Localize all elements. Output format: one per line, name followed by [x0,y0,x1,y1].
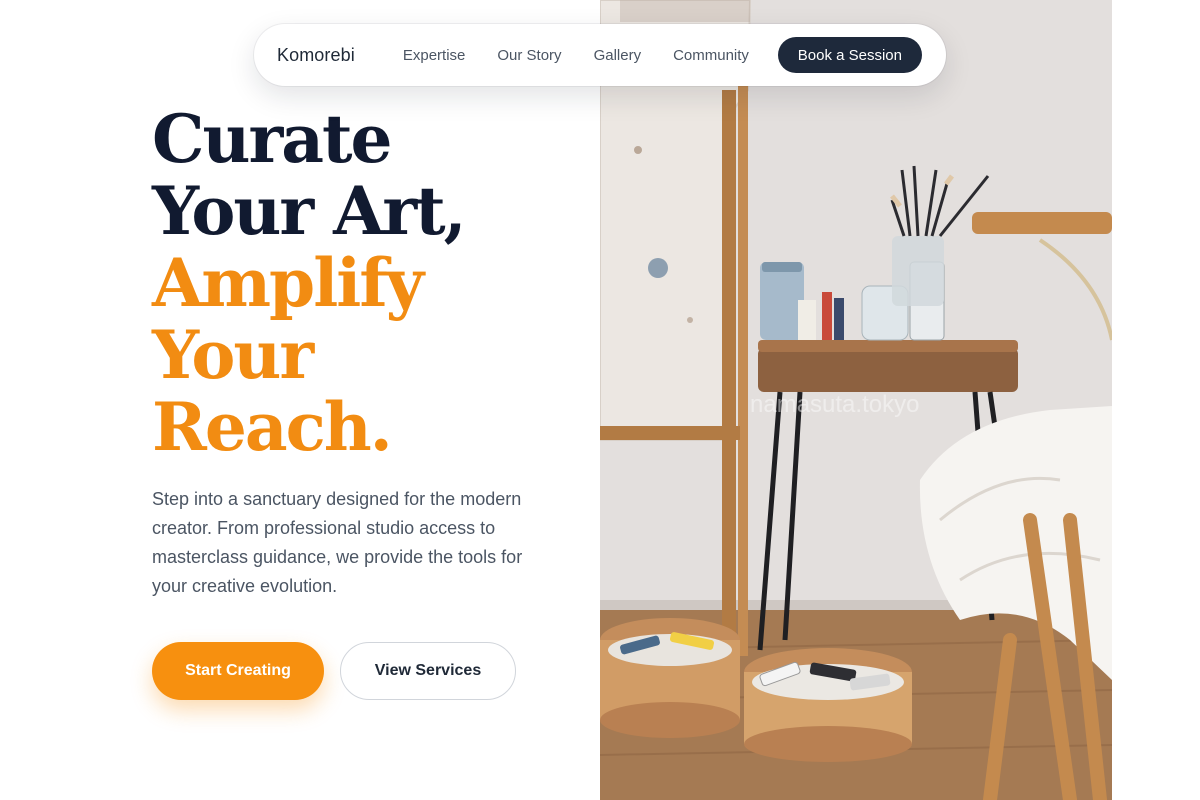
hero-photo: namasuta.tokyo [600,0,1112,800]
top-nav: Komorebi Expertise Our Story Gallery Com… [254,24,946,86]
studio-illustration: namasuta.tokyo [600,0,1112,800]
brand-logo[interactable]: Komorebi [277,45,355,66]
view-services-button[interactable]: View Services [340,642,516,700]
headline-line-5: Reach. [152,388,393,466]
nav-link-community[interactable]: Community [673,47,749,64]
nav-link-our-story[interactable]: Our Story [497,47,561,64]
headline-line-3: Amplify [152,244,424,322]
book-session-button[interactable]: Book a Session [777,37,922,73]
nav-link-gallery[interactable]: Gallery [594,47,642,64]
photo-watermark: namasuta.tokyo [750,391,919,418]
nav-link-expertise[interactable]: Expertise [403,47,466,64]
headline-line-1: Curate [152,100,393,178]
hero-headline: Curate Your Art, Amplify Your Reach. [152,103,582,463]
start-creating-button[interactable]: Start Creating [152,642,324,700]
headline-line-4: Your [152,316,314,394]
hero-subcopy: Step into a sanctuary designed for the m… [152,489,523,596]
hero-section: Curate Your Art, Amplify Your Reach. [152,103,582,463]
headline-line-2: Your Art, [152,172,467,250]
